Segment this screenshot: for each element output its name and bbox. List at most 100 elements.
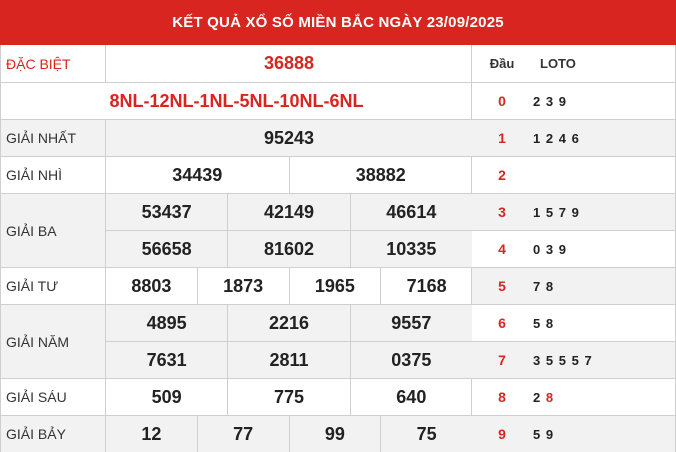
prize-label-sixth: GIẢI SÁU: [1, 379, 106, 415]
prize-number: 81602: [227, 231, 349, 267]
prize-number: 2216: [227, 305, 349, 341]
prize-number: 7631: [146, 349, 187, 370]
loto-tail-digit: 2: [533, 93, 542, 109]
loto-tail-digit: 0: [533, 241, 542, 257]
prize-row-fifth: GIẢI NĂM 4895 2216 9557 7631 2811 0375: [1, 305, 472, 379]
loto-tail-digit: 4: [558, 130, 567, 146]
page-title: KẾT QUẢ XỔ SỐ MIỀN BẮC NGÀY 23/09/2025: [172, 14, 504, 31]
prize-number: 95243: [263, 127, 315, 148]
loto-tail-digit: 7: [558, 204, 567, 220]
special-number: 36888: [263, 53, 315, 73]
loto-tail-digit: 9: [558, 93, 567, 109]
page-header: KẾT QUẢ XỔ SỐ MIỀN BẮC NGÀY 23/09/2025: [0, 0, 676, 45]
loto-table: Đầu LOTO 02 3 911 2 4 6231 5 7 940 3 957…: [472, 45, 676, 452]
loto-tail-digit: 8: [545, 278, 555, 294]
loto-tail-digit: 5: [545, 352, 555, 368]
loto-tail-digits: 5 9: [532, 427, 554, 442]
loto-head-digit: 3: [498, 204, 506, 220]
loto-row: 0 2 3 9: [472, 83, 675, 120]
loto-tail-digit: 6: [571, 130, 580, 146]
prize-label-seventh: GIẢI BẢY: [1, 416, 106, 452]
loto-tail-digits: 7 8: [532, 279, 554, 294]
loto-tail-digit: 7: [533, 278, 542, 294]
loto-tail-digits: 3 5 5 5 7: [532, 353, 593, 368]
loto-tail-digit: 9: [545, 426, 555, 442]
prize-label-fifth: GIẢI NĂM: [1, 305, 106, 378]
loto-tail-digit: 5: [571, 352, 580, 368]
loto-tail-digit: 9: [558, 241, 567, 257]
prize-row-fourth: GIẢI TƯ 8803 1873 1965 7168: [1, 268, 472, 305]
prize-number: 775: [227, 379, 349, 415]
loto-tail-digit: 9: [571, 204, 580, 220]
prize-number: 46614: [349, 194, 472, 230]
prize-number: 10335: [349, 231, 472, 267]
loto-tail-digit: 1: [533, 130, 542, 146]
prize-number: 2811: [227, 342, 349, 378]
loto-tail-digit: 7: [584, 352, 593, 368]
results-table: ĐẶC BIỆT 36888 8NL-12NL-1NL-5NL-10NL-6NL…: [0, 45, 472, 452]
prize-label-second: GIẢI NHÌ: [1, 157, 106, 193]
loto-row: 3 1 5 7 9: [472, 194, 675, 231]
prize-label-special: ĐẶC BIỆT: [1, 45, 106, 82]
loto-tail-digits: 2 3 9: [532, 94, 567, 109]
loto-tail-digit: 5: [533, 315, 542, 331]
prize-number: 38882: [288, 157, 473, 193]
loto-tail-digits: 1 2 4 6: [532, 131, 580, 146]
prize-label-fourth: GIẢI TƯ: [1, 268, 106, 304]
loto-tail-digit: 2: [545, 130, 555, 146]
loto-row: 95 9: [472, 416, 675, 452]
loto-head-digit: 8: [498, 389, 506, 405]
loto-column-label: LOTO: [540, 56, 576, 71]
prize-number: 7168: [380, 268, 472, 304]
prize-number: 34439: [172, 164, 223, 185]
prize-number: 1873: [196, 268, 289, 304]
loto-head-digit: 1: [498, 130, 506, 146]
prize-label-third: GIẢI BA: [1, 194, 106, 267]
loto-tail-digit: 5: [545, 204, 555, 220]
loto-tail-digits: 2 8: [532, 390, 554, 405]
loto-head-digit: 6: [498, 315, 506, 331]
prize-number: 1965: [288, 268, 381, 304]
loto-head-digit: 5: [498, 278, 506, 294]
loto-tail-digit: 3: [533, 352, 542, 368]
loto-head-digit: 2: [498, 167, 506, 183]
prize-number: 75: [380, 416, 472, 452]
loto-row: 73 5 5 5 7: [472, 342, 675, 379]
prize-number: 0375: [349, 342, 472, 378]
loto-head-digit: 4: [498, 241, 506, 257]
prize-number: 53437: [141, 201, 192, 222]
loto-head-digit: 0: [498, 93, 506, 109]
draw-codes: 8NL-12NL-1NL-5NL-10NL-6NL: [1, 83, 472, 120]
loto-head-digit: 9: [498, 426, 506, 442]
prize-number: 8803: [131, 275, 172, 296]
loto-tail-digit: 8: [545, 389, 555, 405]
loto-tail-digit: 3: [545, 241, 555, 257]
loto-row: 6 5 8: [472, 305, 675, 342]
loto-tail-digit: 1: [533, 204, 542, 220]
loto-tail-digit: 5: [533, 426, 542, 442]
loto-row: 5 7 8: [472, 268, 675, 305]
prize-row-third: GIẢI BA 53437 42149 46614 56658 81602 10…: [1, 194, 472, 268]
prize-number: 640: [349, 379, 472, 415]
prize-number: 42149: [227, 194, 349, 230]
loto-tail-digit: 2: [533, 389, 542, 405]
loto-row: 4 0 3 9: [472, 231, 675, 268]
loto-head-digit: 7: [498, 352, 506, 368]
loto-tail-digits: 5 8: [532, 316, 554, 331]
prize-label-first: GIẢI NHẤT: [1, 120, 106, 156]
prize-row-second: GIẢI NHÌ 34439 38882: [1, 157, 472, 194]
loto-tail-digits: 0 3 9: [532, 242, 567, 257]
prize-number: 99: [288, 416, 381, 452]
prize-row-sixth: GIẢI SÁU 509 775 640: [1, 379, 472, 416]
loto-tail-digit: 3: [545, 93, 555, 109]
loto-header: Đầu LOTO: [472, 45, 675, 83]
head-column-label: Đầu: [489, 56, 515, 71]
loto-tail-digit: 8: [545, 315, 555, 331]
prize-row-special: ĐẶC BIỆT 36888: [1, 45, 472, 83]
prize-number: 4895: [146, 312, 187, 333]
loto-tail-digit: 5: [558, 352, 567, 368]
prize-number: 9557: [349, 305, 472, 341]
loto-tail-digits: 1 5 7 9: [532, 205, 580, 220]
prize-number: 77: [196, 416, 289, 452]
loto-row: 11 2 4 6: [472, 120, 675, 157]
